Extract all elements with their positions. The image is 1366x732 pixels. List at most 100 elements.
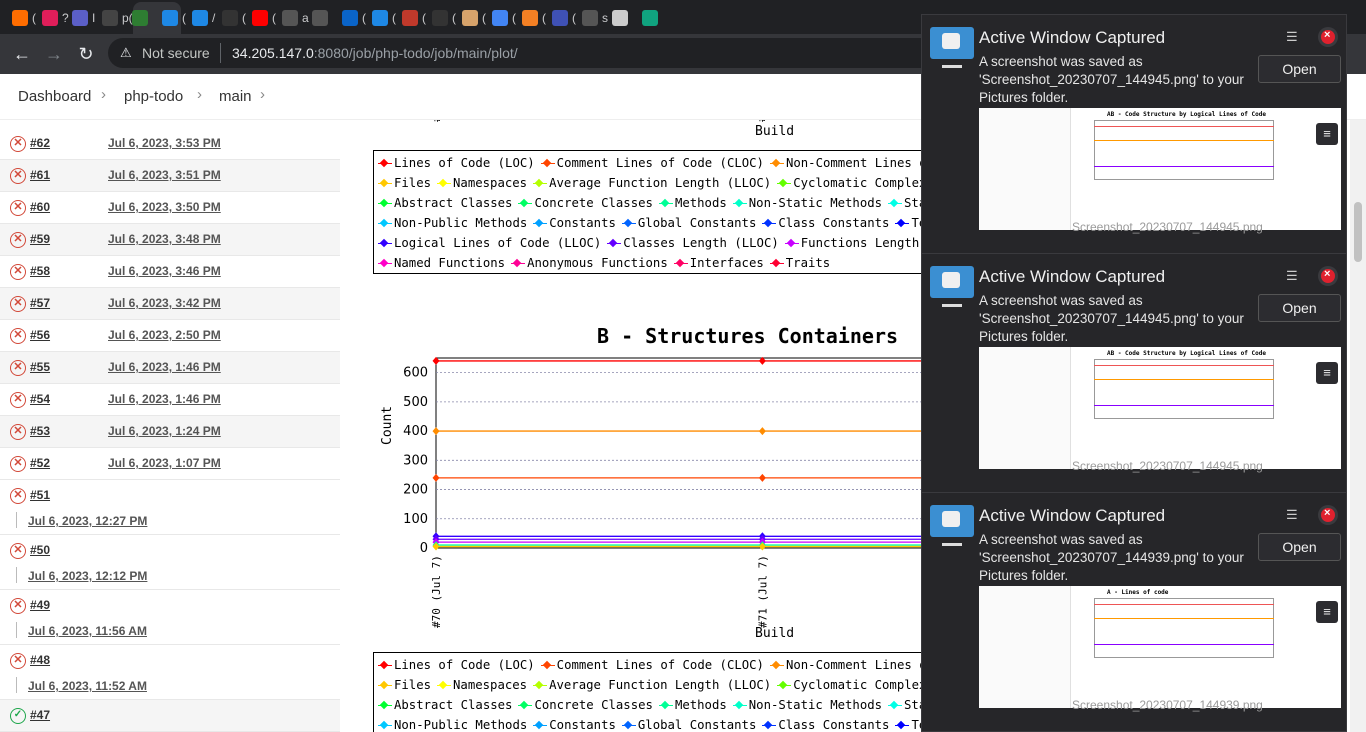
build-row[interactable]: ✕ #48 Jul 6, 2023, 11:52 AM <box>0 645 340 700</box>
build-number-link[interactable]: #61 <box>30 168 50 182</box>
reload-icon[interactable]: ↻ <box>74 43 98 67</box>
build-date-link[interactable]: Jul 6, 2023, 11:56 AM <box>28 624 147 638</box>
build-number-link[interactable]: #52 <box>30 456 50 470</box>
build-date-link[interactable]: Jul 6, 2023, 3:53 PM <box>108 136 221 150</box>
build-row[interactable]: ✕ #49 Jul 6, 2023, 11:56 AM <box>0 590 340 645</box>
breadcrumb-main[interactable]: main <box>219 88 252 105</box>
build-number-link[interactable]: #62 <box>30 136 50 150</box>
build-date-link[interactable]: Jul 6, 2023, 1:46 PM <box>108 360 221 374</box>
screenshot-app-icon <box>930 266 974 298</box>
browser-tab[interactable]: ? <box>42 6 69 30</box>
browser-tab[interactable]: ( <box>12 6 36 30</box>
build-row[interactable]: ✕ #53 Jul 6, 2023, 1:24 PM <box>0 416 340 448</box>
build-row[interactable]: ✕ #58 Jul 6, 2023, 3:46 PM <box>0 256 340 288</box>
browser-tab[interactable]: a <box>282 6 309 30</box>
forward-arrow-icon[interactable]: → <box>42 43 66 67</box>
address-bar[interactable]: ⚠ Not secure 34.205.147.0:8080/job/php-t… <box>108 38 938 68</box>
browser-tab[interactable]: ( <box>492 6 516 30</box>
build-row[interactable]: ✓ #47 <box>0 700 340 732</box>
open-button[interactable]: Open <box>1258 294 1341 322</box>
build-number-link[interactable]: #57 <box>30 296 50 310</box>
build-row[interactable]: ✕ #60 Jul 6, 2023, 3:50 PM <box>0 192 340 224</box>
hamburger-menu-icon[interactable]: ≡ <box>1316 123 1338 145</box>
screenshot-notification[interactable]: Active Window Captured ☰ × A screenshot was… <box>921 253 1347 493</box>
browser-tab[interactable]: ( <box>252 6 276 30</box>
settings-sliders-icon[interactable]: ☰ <box>1286 507 1302 523</box>
build-date-link[interactable]: Jul 6, 2023, 1:24 PM <box>108 424 221 438</box>
build-row[interactable]: ✕ #56 Jul 6, 2023, 2:50 PM <box>0 320 340 352</box>
browser-tab[interactable]: ( <box>372 6 396 30</box>
build-row[interactable]: ✕ #61 Jul 6, 2023, 3:51 PM <box>0 160 340 192</box>
close-icon[interactable]: × <box>1318 27 1338 47</box>
browser-tab[interactable] <box>642 6 662 30</box>
browser-tab[interactable]: I <box>72 6 95 30</box>
settings-sliders-icon[interactable]: ☰ <box>1286 268 1302 284</box>
breadcrumb-dashboard[interactable]: Dashboard <box>18 88 91 105</box>
browser-tab[interactable]: ( <box>552 6 576 30</box>
build-number-link[interactable]: #54 <box>30 392 50 406</box>
build-number-link[interactable]: #53 <box>30 424 50 438</box>
build-date-link[interactable]: Jul 6, 2023, 3:42 PM <box>108 296 221 310</box>
build-date-link[interactable]: Jul 6, 2023, 3:50 PM <box>108 200 221 214</box>
failed-x-icon: ✕ <box>10 232 26 248</box>
settings-sliders-icon[interactable]: ☰ <box>1286 29 1302 45</box>
browser-tab[interactable]: ( <box>462 6 486 30</box>
build-number-link[interactable]: #59 <box>30 232 50 246</box>
build-number-link[interactable]: #55 <box>30 360 50 374</box>
breadcrumb-php-todo[interactable]: php-todo <box>124 88 183 105</box>
build-row[interactable]: ✕ #50 Jul 6, 2023, 12:12 PM <box>0 535 340 590</box>
build-number-link[interactable]: #49 <box>30 598 50 612</box>
screenshot-notification[interactable]: Active Window Captured ☰ × A screenshot was… <box>921 14 1347 254</box>
build-date-link[interactable]: Jul 6, 2023, 2:50 PM <box>108 328 221 342</box>
browser-tab[interactable]: / <box>192 6 215 30</box>
build-number-link[interactable]: #60 <box>30 200 50 214</box>
page-scrollbar[interactable] <box>1350 120 1366 732</box>
close-icon[interactable]: × <box>1318 505 1338 525</box>
hamburger-menu-icon[interactable]: ≡ <box>1316 362 1338 384</box>
build-row[interactable]: ✕ #57 Jul 6, 2023, 3:42 PM <box>0 288 340 320</box>
back-arrow-icon[interactable]: ← <box>10 43 34 67</box>
close-icon[interactable]: × <box>1318 266 1338 286</box>
build-number-link[interactable]: #47 <box>30 708 50 722</box>
build-row[interactable]: ✕ #54 Jul 6, 2023, 1:46 PM <box>0 384 340 416</box>
build-row[interactable]: ✕ #55 Jul 6, 2023, 1:46 PM <box>0 352 340 384</box>
browser-tab[interactable]: ( <box>432 6 456 30</box>
build-row[interactable]: ✕ #52 Jul 6, 2023, 1:07 PM <box>0 448 340 480</box>
build-date-link[interactable]: Jul 6, 2023, 3:51 PM <box>108 168 221 182</box>
build-date-link[interactable]: Jul 6, 2023, 12:12 PM <box>28 569 147 583</box>
tab-title: ( <box>542 11 546 25</box>
build-row[interactable]: ✕ #51 Jul 6, 2023, 12:27 PM <box>0 480 340 535</box>
open-button[interactable]: Open <box>1258 55 1341 83</box>
screenshot-thumbnail[interactable]: AB - Code Structure by Logical Lines of … <box>979 347 1341 469</box>
browser-tab[interactable]: ( <box>222 6 246 30</box>
screenshot-thumbnail[interactable]: AB - Code Structure by Logical Lines of … <box>979 108 1341 230</box>
build-row[interactable]: ✕ #62 Jul 6, 2023, 3:53 PM <box>0 128 340 160</box>
build-number-link[interactable]: #58 <box>30 264 50 278</box>
build-number-link[interactable]: #50 <box>30 543 50 557</box>
browser-tab[interactable]: ( <box>342 6 366 30</box>
build-number-link[interactable]: #56 <box>30 328 50 342</box>
build-date-link[interactable]: Jul 6, 2023, 1:07 PM <box>108 456 221 470</box>
build-date-link[interactable]: Jul 6, 2023, 3:46 PM <box>108 264 221 278</box>
build-number-link[interactable]: #48 <box>30 653 50 667</box>
browser-tab[interactable]: ( <box>402 6 426 30</box>
browser-tab[interactable] <box>612 6 632 30</box>
browser-tab[interactable] <box>312 6 332 30</box>
browser-tab[interactable]: ( <box>162 6 186 30</box>
build-date-link[interactable]: Jul 6, 2023, 11:52 AM <box>28 679 147 693</box>
build-number-link[interactable]: #51 <box>30 488 50 502</box>
browser-tab[interactable]: p( <box>102 6 133 30</box>
scrollbar-thumb[interactable] <box>1354 202 1362 262</box>
browser-tab[interactable]: s <box>582 6 608 30</box>
screenshot-thumbnail[interactable]: A - Lines of code <box>979 586 1341 708</box>
browser-tab[interactable] <box>132 6 152 30</box>
build-date-link[interactable]: Jul 6, 2023, 1:46 PM <box>108 392 221 406</box>
build-date-link[interactable]: Jul 6, 2023, 3:48 PM <box>108 232 221 246</box>
hamburger-menu-icon[interactable]: ≡ <box>1316 601 1338 623</box>
browser-tab[interactable]: ( <box>522 6 546 30</box>
url-text[interactable]: 34.205.147.0:8080/job/php-todo/job/main/… <box>232 45 518 61</box>
build-date-link[interactable]: Jul 6, 2023, 12:27 PM <box>28 514 147 528</box>
screenshot-notification[interactable]: Active Window Captured ☰ × A screenshot was… <box>921 492 1347 732</box>
build-row[interactable]: ✕ #59 Jul 6, 2023, 3:48 PM <box>0 224 340 256</box>
open-button[interactable]: Open <box>1258 533 1341 561</box>
